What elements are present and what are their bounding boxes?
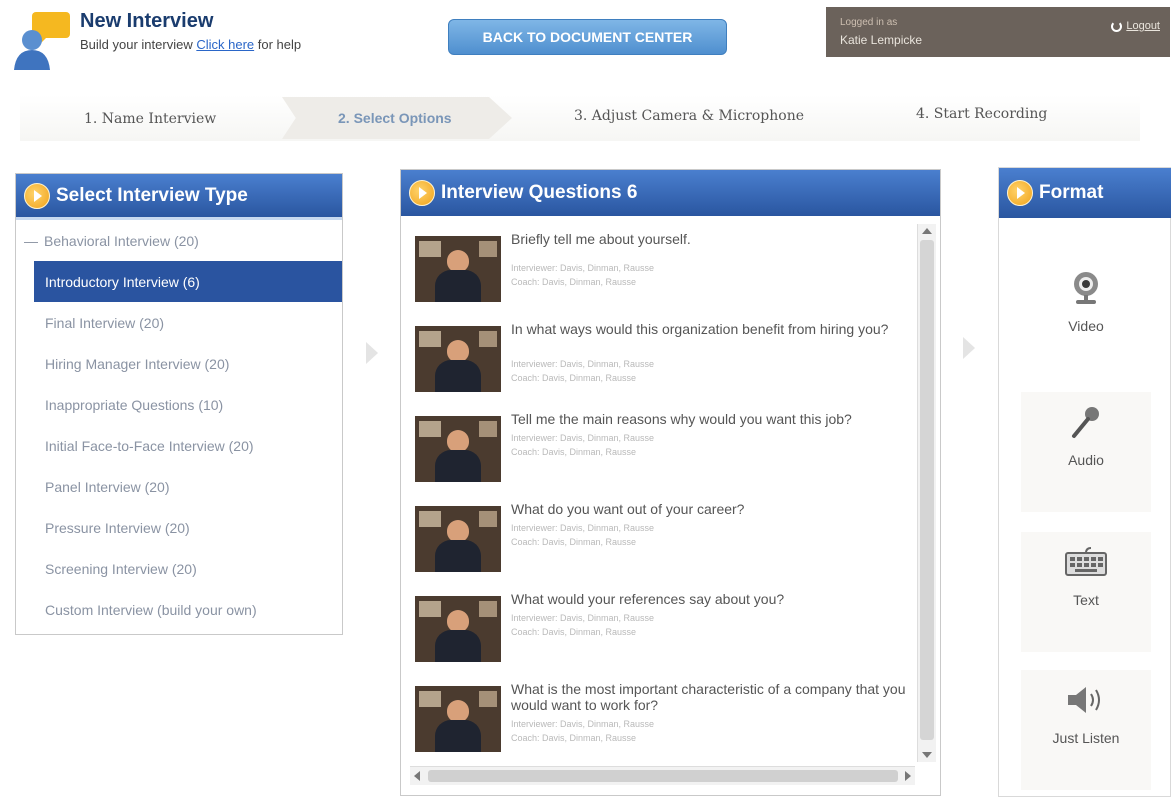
question-item[interactable]: In what ways would this organization ben… (411, 316, 916, 406)
question-meta: Interviewer: Davis, Dinman, Rausse (511, 263, 655, 273)
format-option-text[interactable]: Text (1021, 532, 1151, 652)
interview-type-list: — Behavioral Interview (20) Introductory… (16, 220, 342, 630)
logout-button[interactable]: Logout (1111, 20, 1160, 32)
question-text: What do you want out of your career? (511, 501, 745, 517)
format-option-video[interactable]: Video (1021, 258, 1151, 378)
format-option-audio[interactable]: Audio (1021, 392, 1151, 512)
help-link[interactable]: Click here (196, 37, 254, 52)
question-meta: Coach: Davis, Dinman, Rausse (511, 627, 637, 637)
question-meta: Interviewer: Davis, Dinman, Rausse (511, 433, 655, 443)
video-thumbnail[interactable] (415, 416, 501, 482)
format-title: Format (1039, 182, 1104, 203)
type-item-behavioral[interactable]: — Behavioral Interview (20) (16, 220, 342, 261)
format-option-label: Text (1073, 592, 1099, 608)
page-subtitle: Build your interview Click here for help (80, 37, 301, 52)
wizard-steps: 1. Name Interview 2. Select Options 3. A… (0, 95, 1171, 141)
speaker-icon (1068, 687, 1100, 713)
scroll-up-icon[interactable] (922, 228, 932, 234)
type-item-label: Behavioral Interview (20) (44, 232, 199, 249)
step-start-recording[interactable]: 4. Start Recording (916, 106, 1047, 122)
keyboard-icon (1065, 547, 1107, 576)
interview-questions-header: Interview Questions 6 (401, 170, 940, 216)
play-bullet-icon (409, 180, 435, 206)
type-item-panel[interactable]: Panel Interview (20) (16, 466, 342, 507)
video-thumbnail[interactable] (415, 506, 501, 572)
question-item[interactable]: What would your references say about you… (411, 586, 916, 676)
type-item-screening[interactable]: Screening Interview (20) (16, 548, 342, 589)
interview-questions-panel: Interview Questions 6 Briefly tell me ab… (400, 169, 941, 796)
step-select-options[interactable]: 2. Select Options (338, 110, 452, 126)
interview-type-title: Select Interview Type (56, 184, 248, 206)
question-text: Briefly tell me about yourself. (511, 231, 691, 247)
question-item[interactable]: What do you want out of your career? Int… (411, 496, 916, 586)
type-item-initial-face-to-face[interactable]: Initial Face-to-Face Interview (20) (16, 425, 342, 466)
format-option-label: Video (1068, 318, 1104, 334)
question-meta: Interviewer: Davis, Dinman, Rausse (511, 523, 655, 533)
type-item-pressure[interactable]: Pressure Interview (20) (16, 507, 342, 548)
vertical-scroll-thumb[interactable] (920, 240, 934, 740)
format-option-label: Audio (1068, 452, 1104, 468)
question-text: Tell me the main reasons why would you w… (511, 411, 852, 427)
format-header: Format (999, 168, 1171, 218)
arrow-separator-icon (366, 342, 378, 364)
back-to-document-center-button[interactable]: BACK TO DOCUMENT CENTER (448, 19, 727, 55)
question-vertical-scrollbar[interactable] (917, 224, 936, 762)
type-item-custom[interactable]: Custom Interview (build your own) (16, 589, 342, 630)
webcam-icon (1074, 272, 1098, 304)
play-bullet-icon (1007, 180, 1033, 206)
question-meta: Coach: Davis, Dinman, Rausse (511, 537, 637, 547)
video-thumbnail[interactable] (415, 236, 501, 302)
page-title: New Interview (80, 10, 214, 32)
question-text: In what ways would this organization ben… (511, 321, 889, 337)
subtitle-text: Build your interview (80, 37, 193, 52)
format-panel: Format Video Audio Text Just Listen (998, 167, 1171, 797)
question-meta: Coach: Davis, Dinman, Rausse (511, 277, 637, 287)
question-meta: Interviewer: Davis, Dinman, Rausse (511, 613, 655, 623)
collapse-dash-icon: — (24, 232, 38, 249)
type-item-final[interactable]: Final Interview (20) (16, 302, 342, 343)
horizontal-scroll-thumb[interactable] (428, 770, 898, 782)
interview-type-panel: Select Interview Type — Behavioral Inter… (15, 173, 343, 635)
logged-in-label: Logged in as (840, 17, 898, 28)
scroll-down-icon[interactable] (922, 752, 932, 758)
question-item[interactable]: Briefly tell me about yourself. Intervie… (411, 226, 916, 316)
interview-questions-title: Interview Questions 6 (441, 182, 638, 203)
question-horizontal-scrollbar[interactable] (410, 766, 915, 785)
step-name-interview[interactable]: 1. Name Interview (84, 111, 216, 127)
video-thumbnail[interactable] (415, 596, 501, 662)
type-item-hiring-manager[interactable]: Hiring Manager Interview (20) (16, 343, 342, 384)
logout-label: Logout (1126, 20, 1160, 32)
format-option-just-listen[interactable]: Just Listen (1021, 670, 1151, 790)
question-meta: Interviewer: Davis, Dinman, Rausse (511, 719, 655, 729)
scroll-right-icon[interactable] (905, 771, 911, 781)
login-box: Logged in as Katie Lempicke Logout (826, 7, 1170, 57)
question-meta: Interviewer: Davis, Dinman, Rausse (511, 359, 655, 369)
microphone-icon (1072, 407, 1099, 438)
question-meta: Coach: Davis, Dinman, Rausse (511, 733, 637, 743)
arrow-separator-icon (963, 337, 975, 359)
video-thumbnail[interactable] (415, 326, 501, 392)
interview-logo-icon (14, 12, 70, 70)
question-meta: Coach: Davis, Dinman, Rausse (511, 373, 637, 383)
video-thumbnail[interactable] (415, 686, 501, 752)
question-text: What would your references say about you… (511, 591, 785, 607)
question-list: Briefly tell me about yourself. Intervie… (411, 226, 916, 766)
scroll-left-icon[interactable] (414, 771, 420, 781)
question-meta: Coach: Davis, Dinman, Rausse (511, 447, 637, 457)
user-name: Katie Lempicke (840, 33, 923, 47)
type-item-inappropriate[interactable]: Inappropriate Questions (10) (16, 384, 342, 425)
question-text: What is the most important characteristi… (511, 681, 906, 713)
play-bullet-icon (24, 182, 50, 209)
interview-type-header: Select Interview Type (16, 174, 342, 220)
question-item[interactable]: Tell me the main reasons why would you w… (411, 406, 916, 496)
step-adjust-camera[interactable]: 3. Adjust Camera & Microphone (574, 108, 804, 124)
type-item-introductory[interactable]: Introductory Interview (6) (34, 261, 342, 302)
format-option-label: Just Listen (1052, 730, 1120, 746)
power-icon (1111, 20, 1123, 32)
subtitle-suffix: for help (257, 37, 302, 52)
question-item[interactable]: What is the most important characteristi… (411, 676, 916, 766)
